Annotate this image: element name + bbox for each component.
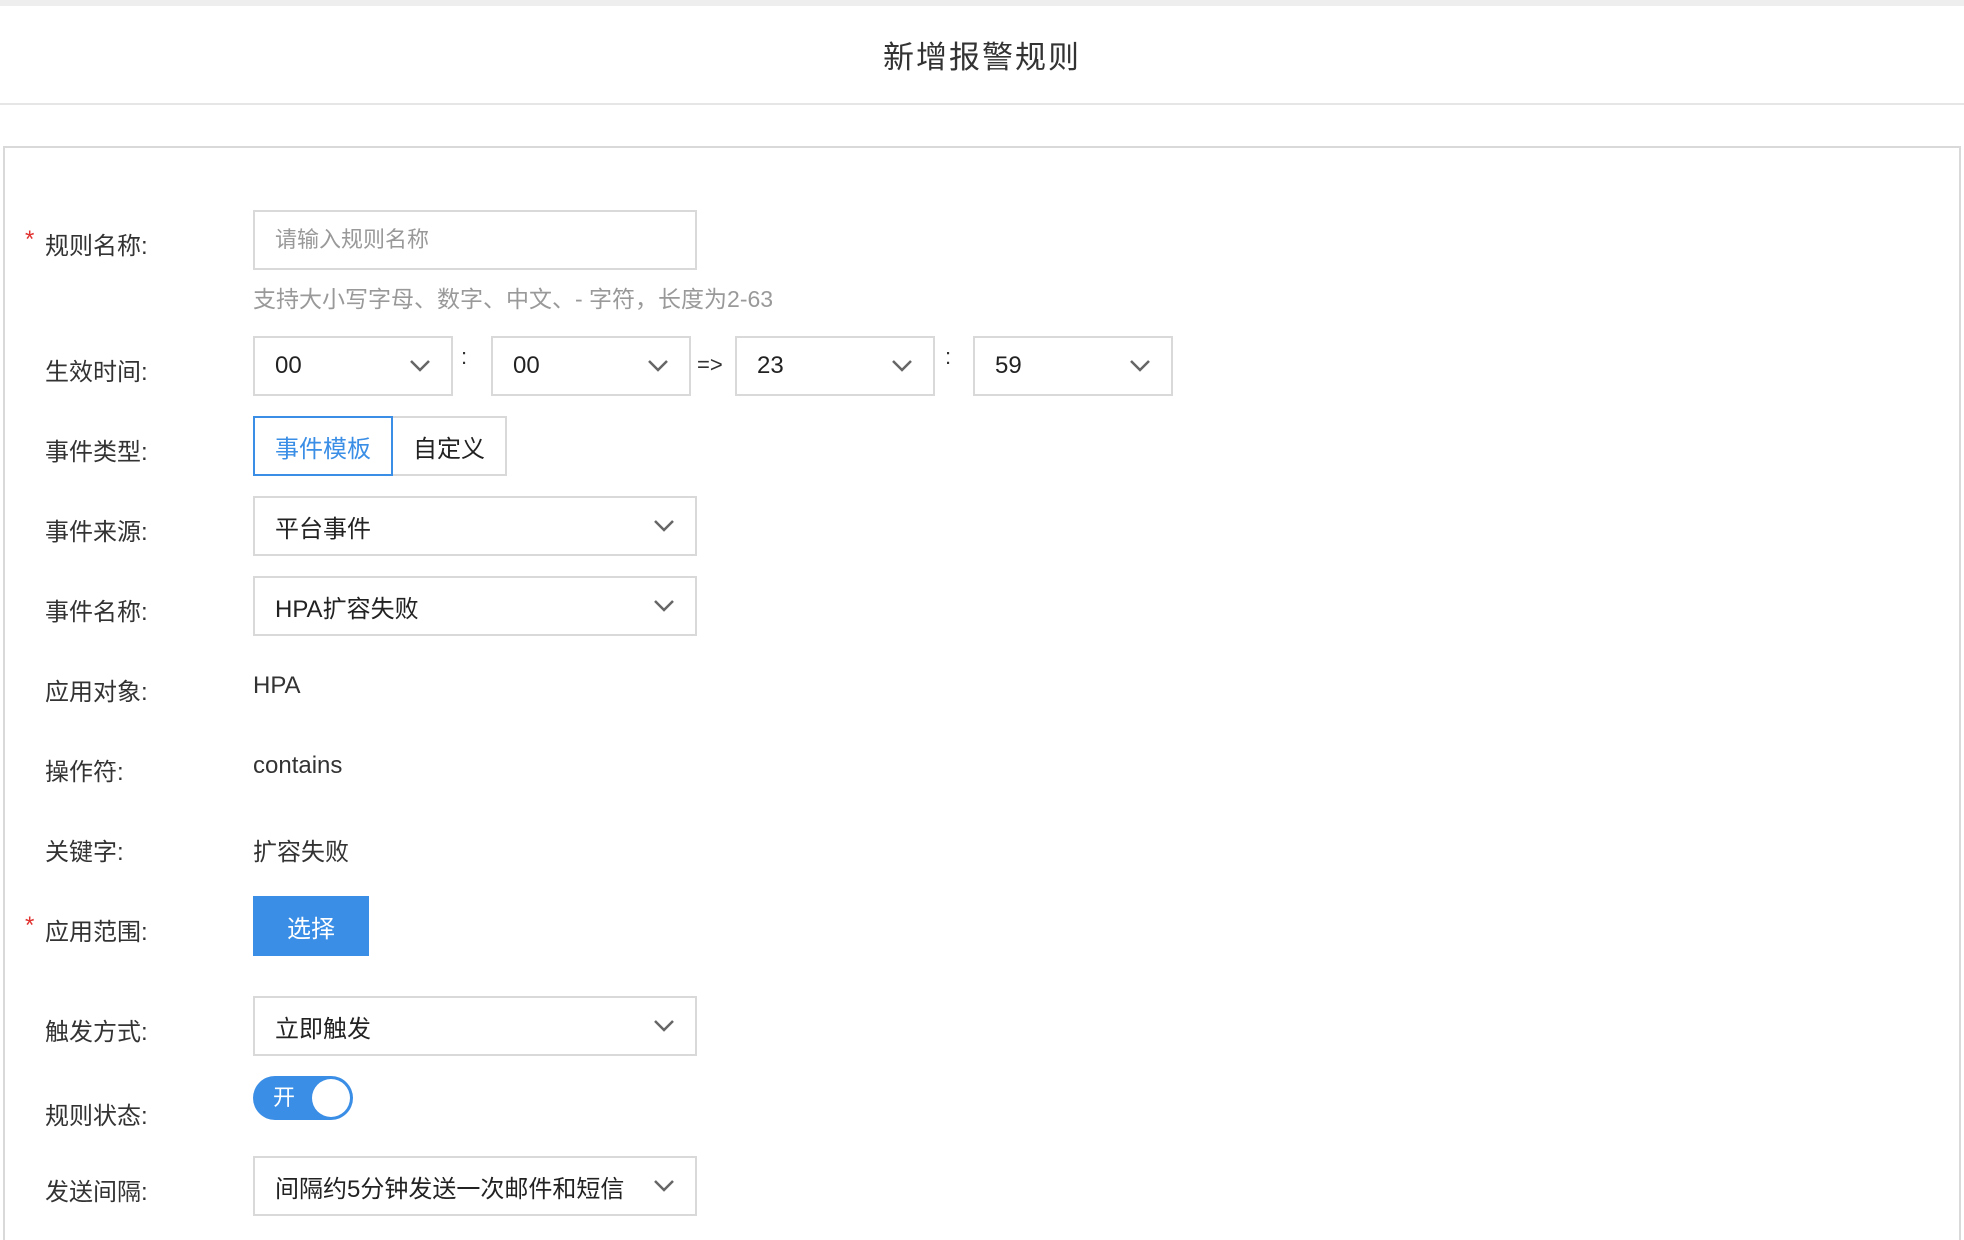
rule-name-hint: 支持大小写字母、数字、中文、- 字符，长度为2-63 bbox=[253, 286, 774, 312]
end-minute-select[interactable]: 59 bbox=[973, 336, 1173, 396]
scope-select-button[interactable]: 选择 bbox=[253, 896, 369, 956]
target-label: 应用对象: bbox=[45, 679, 148, 706]
rule-name-input[interactable] bbox=[253, 210, 697, 270]
chevron-down-icon bbox=[647, 359, 669, 373]
interval-select[interactable]: 间隔约5分钟发送一次邮件和短信 bbox=[253, 1156, 697, 1216]
keyword-label: 关键字: bbox=[45, 839, 124, 866]
event-type-custom-option[interactable]: 自定义 bbox=[393, 416, 507, 476]
scope-label: 应用范围: bbox=[45, 919, 148, 946]
chevron-down-icon bbox=[891, 359, 913, 373]
operator-value: contains bbox=[253, 752, 343, 779]
end-hour-select[interactable]: 23 bbox=[735, 336, 935, 396]
chevron-down-icon bbox=[653, 519, 675, 533]
toggle-knob bbox=[312, 1079, 350, 1117]
trigger-value: 立即触发 bbox=[275, 1015, 371, 1043]
time-colon: : bbox=[461, 344, 468, 369]
event-name-label: 事件名称: bbox=[45, 599, 148, 626]
time-range-arrow: => bbox=[697, 352, 723, 377]
start-hour-value: 00 bbox=[275, 352, 302, 379]
required-mark: * bbox=[25, 912, 35, 939]
event-source-label: 事件来源: bbox=[45, 519, 148, 546]
interval-value: 间隔约5分钟发送一次邮件和短信 bbox=[275, 1175, 625, 1203]
end-hour-value: 23 bbox=[757, 352, 784, 379]
page-header: 新增报警规则 bbox=[0, 6, 1964, 105]
page-title: 新增报警规则 bbox=[883, 40, 1081, 75]
event-source-value: 平台事件 bbox=[275, 515, 371, 543]
rule-name-label: 规则名称: bbox=[45, 233, 148, 260]
event-name-select[interactable]: HPA扩容失败 bbox=[253, 576, 697, 636]
trigger-select[interactable]: 立即触发 bbox=[253, 996, 697, 1056]
event-type-label: 事件类型: bbox=[45, 439, 148, 466]
event-name-value: HPA扩容失败 bbox=[275, 595, 419, 623]
status-toggle-text: 开 bbox=[273, 1085, 296, 1110]
target-value: HPA bbox=[253, 672, 301, 699]
chevron-down-icon bbox=[653, 1179, 675, 1193]
end-minute-value: 59 bbox=[995, 352, 1022, 379]
row-status: 规则状态: 开 bbox=[5, 1076, 1963, 1130]
event-source-select[interactable]: 平台事件 bbox=[253, 496, 697, 556]
trigger-label: 触发方式: bbox=[45, 1019, 148, 1046]
event-type-template-option[interactable]: 事件模板 bbox=[253, 416, 393, 476]
chevron-down-icon bbox=[1129, 359, 1151, 373]
chevron-down-icon bbox=[653, 599, 675, 613]
form-panel: * 规则名称: 支持大小写字母、数字、中文、- 字符，长度为2-63 生效时间:… bbox=[3, 146, 1961, 1240]
time-colon: : bbox=[945, 344, 952, 369]
interval-label: 发送间隔: bbox=[45, 1179, 148, 1206]
start-hour-select[interactable]: 00 bbox=[253, 336, 453, 396]
event-type-segmented: 事件模板 自定义 bbox=[253, 416, 507, 476]
effective-time-label: 生效时间: bbox=[45, 359, 148, 386]
chevron-down-icon bbox=[653, 1019, 675, 1033]
start-minute-value: 00 bbox=[513, 352, 540, 379]
chevron-down-icon bbox=[409, 359, 431, 373]
required-mark: * bbox=[25, 226, 35, 253]
keyword-value: 扩容失败 bbox=[253, 839, 349, 866]
status-label: 规则状态: bbox=[45, 1103, 148, 1130]
status-toggle[interactable]: 开 bbox=[253, 1076, 353, 1120]
operator-label: 操作符: bbox=[45, 759, 124, 786]
start-minute-select[interactable]: 00 bbox=[491, 336, 691, 396]
